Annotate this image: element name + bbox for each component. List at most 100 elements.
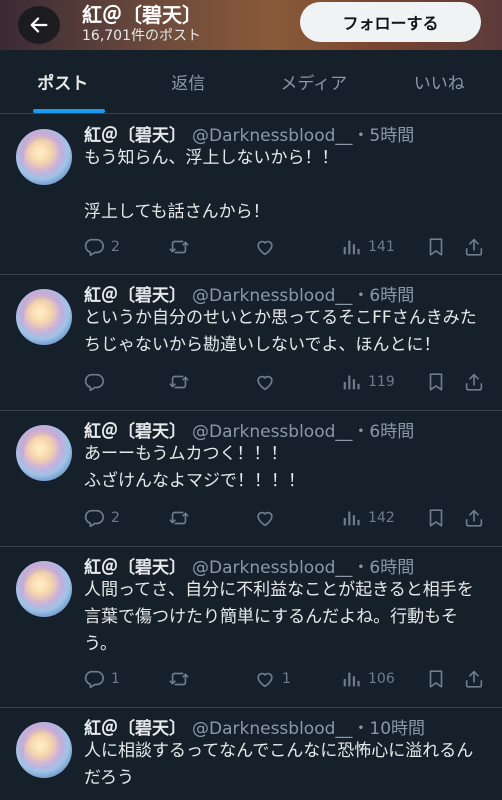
reply-button[interactable]: 2 — [83, 506, 120, 530]
avatar[interactable] — [16, 425, 72, 481]
tweet-text: 人に相談するってなんでこんなに恐怖心に溢れるんだろう — [84, 741, 474, 788]
heart-icon — [254, 668, 276, 690]
tab-label: ポスト — [37, 74, 89, 94]
reply-icon — [83, 507, 105, 529]
heart-icon — [254, 371, 276, 393]
tweet-header: 紅＠〔碧天〕 @Darknessblood__・6時間 — [84, 285, 414, 307]
reply-count: 2 — [111, 239, 120, 255]
tweet-text: あーーもうムカつく！！！ ふざけんなよマジで！！！！ — [84, 444, 305, 491]
tweet-text: もう知らん、浮上しないから！！ 浮上しても話さんから！ — [84, 148, 339, 222]
reply-icon — [83, 668, 105, 690]
bookmark-icon — [425, 236, 447, 258]
retweet-button[interactable] — [168, 370, 190, 394]
like-button[interactable]: 1 — [254, 667, 291, 691]
bookmark-icon — [425, 507, 447, 529]
avatar[interactable] — [16, 289, 72, 345]
back-button[interactable] — [18, 6, 60, 44]
tab-media[interactable]: メディア — [251, 50, 377, 113]
bookmark-button[interactable] — [425, 506, 447, 530]
share-button[interactable] — [463, 667, 485, 691]
retweet-icon — [168, 371, 190, 393]
tweet-handle-time[interactable]: @Darknessblood__・5時間 — [192, 126, 414, 146]
heart-icon — [254, 507, 276, 529]
tweet-handle-time[interactable]: @Darknessblood__・6時間 — [192, 558, 414, 578]
bookmark-button[interactable] — [425, 235, 447, 259]
share-button[interactable] — [463, 370, 485, 394]
tweet[interactable]: 紅＠〔碧天〕 @Darknessblood__・10時間 人に相談するってなんでこ… — [0, 708, 502, 800]
view-count: 119 — [368, 374, 395, 390]
tweet-author-name[interactable]: 紅＠〔碧天〕 — [84, 286, 186, 306]
retweet-button[interactable] — [168, 667, 190, 691]
views-button[interactable]: 142 — [340, 506, 395, 530]
tab-label: 返信 — [171, 74, 206, 94]
tweet-author-name[interactable]: 紅＠〔碧天〕 — [84, 719, 186, 739]
reply-button[interactable] — [83, 370, 111, 394]
reply-button[interactable]: 1 — [83, 667, 120, 691]
bookmark-button[interactable] — [425, 370, 447, 394]
tweet-text: というか自分のせいとか思ってるそこFFさんきみたちじゃないから勘違いしないでよ、… — [84, 308, 477, 355]
share-icon — [463, 371, 485, 393]
views-icon — [340, 507, 362, 529]
views-icon — [340, 668, 362, 690]
tweet-author-name[interactable]: 紅＠〔碧天〕 — [84, 126, 186, 146]
tab-replies[interactable]: 返信 — [126, 50, 252, 113]
tweet-author-name[interactable]: 紅＠〔碧天〕 — [84, 422, 186, 442]
views-button[interactable]: 119 — [340, 370, 395, 394]
retweet-icon — [168, 507, 190, 529]
tweet-actions: 119 — [0, 370, 502, 394]
reply-count: 1 — [111, 671, 120, 687]
views-icon — [340, 236, 362, 258]
share-icon — [463, 668, 485, 690]
post-count: 16,701件のポスト — [82, 28, 201, 44]
tab-likes[interactable]: いいね — [377, 50, 502, 113]
tweet[interactable]: 紅＠〔碧天〕 @Darknessblood__・6時間 というか自分のせいとか思っ… — [0, 275, 502, 411]
header-title-block: 紅＠〔碧天〕 16,701件のポスト — [82, 3, 202, 45]
tweet[interactable]: 紅＠〔碧天〕 @Darknessblood__・6時間 人間ってさ、自分に不利益な… — [0, 547, 502, 708]
avatar[interactable] — [16, 561, 72, 617]
tweet-handle-time[interactable]: @Darknessblood__・6時間 — [192, 286, 414, 306]
tab-posts[interactable]: ポスト — [0, 50, 126, 113]
follow-button[interactable]: フォローする — [300, 2, 481, 42]
tweet[interactable]: 紅＠〔碧天〕 @Darknessblood__・5時間 もう知らん、浮上しないから… — [0, 115, 502, 275]
view-count: 142 — [368, 510, 395, 526]
share-icon — [463, 507, 485, 529]
views-button[interactable]: 106 — [340, 667, 395, 691]
view-count: 106 — [368, 671, 395, 687]
retweet-button[interactable] — [168, 506, 190, 530]
share-button[interactable] — [463, 235, 485, 259]
retweet-icon — [168, 236, 190, 258]
tweet-header: 紅＠〔碧天〕 @Darknessblood__・6時間 — [84, 557, 414, 579]
like-button[interactable] — [254, 370, 282, 394]
share-button[interactable] — [463, 506, 485, 530]
like-button[interactable] — [254, 506, 282, 530]
bookmark-icon — [425, 371, 447, 393]
avatar[interactable] — [16, 722, 72, 778]
tweet-header: 紅＠〔碧天〕 @Darknessblood__・5時間 — [84, 125, 414, 147]
tab-label: メディア — [280, 74, 348, 94]
avatar[interactable] — [16, 129, 72, 185]
tweet-header: 紅＠〔碧天〕 @Darknessblood__・10時間 — [84, 718, 425, 740]
reply-icon — [83, 371, 105, 393]
profile-header: 紅＠〔碧天〕 16,701件のポスト フォローする — [0, 0, 502, 50]
views-icon — [340, 371, 362, 393]
retweet-button[interactable] — [168, 235, 190, 259]
share-icon — [463, 236, 485, 258]
like-button[interactable] — [254, 235, 282, 259]
tweet-header: 紅＠〔碧天〕 @Darknessblood__・6時間 — [84, 421, 414, 443]
tweet-actions: 1 1 106 — [0, 667, 502, 691]
bookmark-button[interactable] — [425, 667, 447, 691]
tab-label: いいね — [413, 74, 465, 94]
tweet-text: 人間ってさ、自分に不利益なことが起きると相手を言葉で傷つけたり簡単にするんだよね… — [84, 580, 474, 654]
reply-icon — [83, 236, 105, 258]
tweet-author-name[interactable]: 紅＠〔碧天〕 — [84, 558, 186, 578]
tweet[interactable]: 紅＠〔碧天〕 @Darknessblood__・6時間 あーーもうムカつく！！！ … — [0, 411, 502, 547]
profile-tabs: ポスト 返信 メディア いいね — [0, 50, 502, 114]
retweet-icon — [168, 668, 190, 690]
views-button[interactable]: 141 — [340, 235, 395, 259]
tweet-handle-time[interactable]: @Darknessblood__・6時間 — [192, 422, 414, 442]
tweet-handle-time[interactable]: @Darknessblood__・10時間 — [192, 719, 425, 739]
profile-name: 紅＠〔碧天〕 — [82, 3, 202, 27]
like-count: 1 — [282, 671, 291, 687]
tweet-actions: 2 142 — [0, 506, 502, 530]
reply-button[interactable]: 2 — [83, 235, 120, 259]
